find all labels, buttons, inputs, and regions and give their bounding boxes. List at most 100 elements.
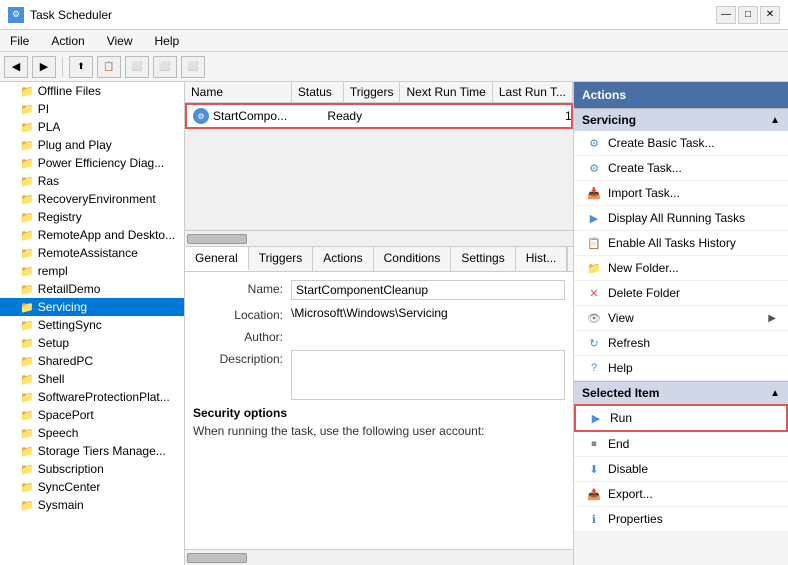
close-button[interactable]: ✕ xyxy=(760,6,780,24)
folder-icon: 📁 xyxy=(20,409,34,422)
tree-item-ras[interactable]: 📁 Ras xyxy=(0,172,184,190)
action-view[interactable]: 👁 View ▶ xyxy=(574,306,788,331)
tree-item-setup[interactable]: 📁 Setup xyxy=(0,334,184,352)
section-header-selected-item[interactable]: Selected Item ▲ xyxy=(574,381,788,404)
tree-item-retail-demo[interactable]: 📁 RetailDemo xyxy=(0,280,184,298)
tree-item-speech[interactable]: 📁 Speech xyxy=(0,424,184,442)
action-display-running[interactable]: ▶ Display All Running Tasks xyxy=(574,206,788,231)
menu-help[interactable]: Help xyxy=(149,32,186,50)
folder-icon: 📁 xyxy=(20,229,34,242)
col-header-triggers[interactable]: Triggers xyxy=(344,82,401,102)
author-label: Author: xyxy=(193,328,283,344)
detail-name-row: Name: xyxy=(193,280,565,300)
enable-history-icon: 📋 xyxy=(586,235,602,251)
action-disable[interactable]: ⬇ Disable xyxy=(574,457,788,482)
help-icon: ? xyxy=(586,360,602,376)
tree-item-registry[interactable]: 📁 Registry xyxy=(0,208,184,226)
back-button[interactable]: ◀ xyxy=(4,56,28,78)
tree-item-rempl[interactable]: 📁 rempl xyxy=(0,262,184,280)
action-export[interactable]: 📤 Export... xyxy=(574,482,788,507)
task-list-hscrollbar[interactable] xyxy=(185,230,573,246)
action-enable-history[interactable]: 📋 Enable All Tasks History xyxy=(574,231,788,256)
detail-hscrollbar[interactable] xyxy=(185,549,573,565)
col-header-next-run[interactable]: Next Run Time xyxy=(400,82,492,102)
toolbar-btn-1[interactable]: ⬆ xyxy=(69,56,93,78)
folder-icon: 📁 xyxy=(20,139,34,152)
col-header-status[interactable]: Status xyxy=(292,82,344,102)
col-header-name[interactable]: Name xyxy=(185,82,292,102)
tab-conditions[interactable]: Conditions xyxy=(374,247,452,271)
run-icon: ▶ xyxy=(588,410,604,426)
detail-scroll-thumb[interactable] xyxy=(187,553,247,563)
end-icon: ⏹ xyxy=(586,436,602,452)
action-create-task[interactable]: ⚙ Create Task... xyxy=(574,156,788,181)
action-create-basic-task[interactable]: ⚙ Create Basic Task... xyxy=(574,131,788,156)
tree-item-software-protection[interactable]: 📁 SoftwareProtectionPlat... xyxy=(0,388,184,406)
action-help[interactable]: ? Help xyxy=(574,356,788,381)
forward-button[interactable]: ▶ xyxy=(32,56,56,78)
create-task-icon: ⚙ xyxy=(586,160,602,176)
tree-label: Registry xyxy=(38,210,82,224)
tree-item-shell[interactable]: 📁 Shell xyxy=(0,370,184,388)
section-header-servicing[interactable]: Servicing ▲ xyxy=(574,108,788,131)
tab-general[interactable]: General xyxy=(185,247,249,271)
view-arrow-icon: ▶ xyxy=(768,313,776,324)
tree-item-remoteapp[interactable]: 📁 RemoteApp and Deskto... xyxy=(0,226,184,244)
tree-item-sysmain[interactable]: 📁 Sysmain xyxy=(0,496,184,514)
col-header-last-run[interactable]: Last Run T... xyxy=(493,82,573,102)
action-properties[interactable]: ℹ Properties xyxy=(574,507,788,532)
properties-icon: ℹ xyxy=(586,511,602,527)
tree-item-offline-files[interactable]: 📁 Offline Files xyxy=(0,82,184,100)
menu-action[interactable]: Action xyxy=(45,32,90,50)
tab-history[interactable]: Hist... xyxy=(516,247,568,271)
folder-icon: 📁 xyxy=(20,481,34,494)
scroll-thumb[interactable] xyxy=(187,234,247,244)
toolbar-btn-5[interactable]: ⬜ xyxy=(181,56,205,78)
tab-settings[interactable]: Settings xyxy=(451,247,515,271)
action-new-folder[interactable]: 📁 New Folder... xyxy=(574,256,788,281)
tree-item-plug-and-play[interactable]: 📁 Plug and Play xyxy=(0,136,184,154)
action-end[interactable]: ⏹ End xyxy=(574,432,788,457)
description-textarea[interactable] xyxy=(291,350,565,400)
tree-item-setting-sync[interactable]: 📁 SettingSync xyxy=(0,316,184,334)
minimize-button[interactable]: — xyxy=(716,6,736,24)
tree-label: SettingSync xyxy=(38,318,102,332)
tree-item-servicing[interactable]: 📁 Servicing xyxy=(0,298,184,316)
action-label: End xyxy=(608,437,776,451)
tab-triggers[interactable]: Triggers xyxy=(249,247,314,271)
menu-view[interactable]: View xyxy=(101,32,139,50)
toolbar-btn-4[interactable]: ⬜ xyxy=(153,56,177,78)
export-icon: 📤 xyxy=(586,486,602,502)
folder-icon: 📁 xyxy=(20,283,34,296)
tree-item-power[interactable]: 📁 Power Efficiency Diag... xyxy=(0,154,184,172)
action-delete-folder[interactable]: ✕ Delete Folder xyxy=(574,281,788,306)
folder-icon: 📁 xyxy=(20,463,34,476)
section-title-servicing: Servicing xyxy=(582,113,636,127)
tree-item-recovery[interactable]: 📁 RecoveryEnvironment xyxy=(0,190,184,208)
tree-item-pi[interactable]: 📁 PI xyxy=(0,100,184,118)
toolbar-btn-2[interactable]: 📋 xyxy=(97,56,121,78)
app-title: Task Scheduler xyxy=(30,8,112,22)
toolbar-btn-3[interactable]: ⬜ xyxy=(125,56,149,78)
tree-item-pla[interactable]: 📁 PLA xyxy=(0,118,184,136)
tree-item-subscription[interactable]: 📁 Subscription xyxy=(0,460,184,478)
title-bar: ⚙ Task Scheduler — □ ✕ xyxy=(0,0,788,30)
tree-label: Storage Tiers Manage... xyxy=(38,444,166,458)
task-row[interactable]: ⚙ StartCompo... Ready 12/19/201 xyxy=(185,103,573,129)
tree-item-spaceport[interactable]: 📁 SpacePort xyxy=(0,406,184,424)
name-input[interactable] xyxy=(291,280,565,300)
tree-label: SyncCenter xyxy=(38,480,101,494)
app-icon: ⚙ xyxy=(8,7,24,23)
tree-item-sync-center[interactable]: 📁 SyncCenter xyxy=(0,478,184,496)
task-next-run xyxy=(450,113,559,119)
action-refresh[interactable]: ↻ Refresh xyxy=(574,331,788,356)
tree-item-sharedpc[interactable]: 📁 SharedPC xyxy=(0,352,184,370)
tree-item-storage-tiers[interactable]: 📁 Storage Tiers Manage... xyxy=(0,442,184,460)
action-label: Enable All Tasks History xyxy=(608,236,776,250)
tree-item-remote-assistance[interactable]: 📁 RemoteAssistance xyxy=(0,244,184,262)
maximize-button[interactable]: □ xyxy=(738,6,758,24)
action-import-task[interactable]: 📥 Import Task... xyxy=(574,181,788,206)
menu-file[interactable]: File xyxy=(4,32,35,50)
action-run[interactable]: ▶ Run xyxy=(574,404,788,432)
tab-actions[interactable]: Actions xyxy=(313,247,373,271)
